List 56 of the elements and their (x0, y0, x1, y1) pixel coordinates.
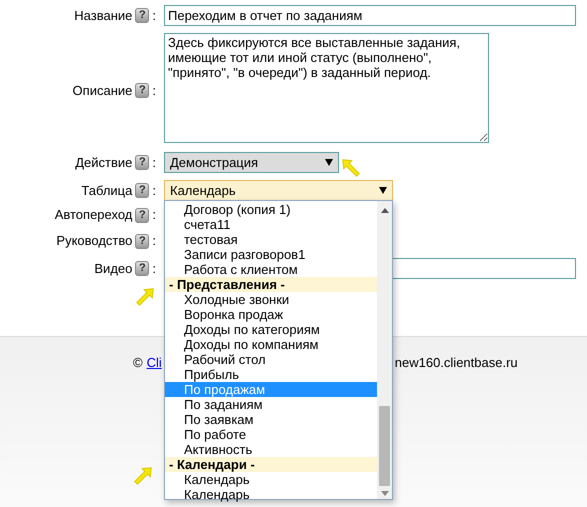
dropdown-option[interactable]: тестовая (165, 232, 377, 247)
help-icon[interactable]: ? (135, 83, 150, 98)
dropdown-option[interactable]: Работа с клиентом (165, 262, 377, 277)
domain-text: new160.clientbase.ru (394, 354, 518, 372)
colon: : (152, 232, 156, 250)
dropdown-option[interactable]: Прибыль (165, 367, 377, 382)
dropdown-option[interactable]: По заявкам (165, 412, 377, 427)
colon: : (152, 6, 156, 25)
arrow-icon (132, 465, 154, 487)
arrow-icon (134, 286, 156, 308)
dropdown-option[interactable]: Записи разговоров1 (165, 247, 377, 262)
dropdown-option[interactable]: Воронка продаж (165, 307, 377, 322)
field-label: Таблица (81, 182, 132, 200)
field-label: Автопереход (54, 206, 132, 224)
option-group-header: - Календари - (165, 457, 377, 472)
field-label: Видео (94, 260, 132, 278)
scrollbar[interactable] (377, 201, 392, 499)
dropdown-option[interactable]: Договор (копия 1) (165, 202, 377, 217)
field-label: Название (74, 6, 132, 25)
dropdown-option[interactable]: Календарь (165, 487, 377, 502)
field-label: Руководство (56, 232, 132, 250)
field-label: Описание (72, 82, 132, 100)
help-icon[interactable]: ? (135, 183, 150, 198)
option-group-header: - Представления - (165, 277, 377, 292)
colon: : (152, 182, 156, 200)
scrollbar-thumb[interactable] (379, 406, 390, 486)
arrow-icon (340, 157, 362, 179)
field-label: Действие (75, 154, 132, 172)
dropdown-option[interactable]: Доходы по категориям (165, 322, 377, 337)
help-icon[interactable]: ? (135, 155, 150, 170)
dropdown-option[interactable]: Доходы по компаниям (165, 337, 377, 352)
colon: : (152, 154, 156, 172)
dropdown-option[interactable]: счета11 (165, 217, 377, 232)
dropdown-option[interactable]: По работе (165, 427, 377, 442)
description-field[interactable]: Здесь фиксируются все выставленные задания, имеющие тот или иной статус (выполнено", "принято", "в очереди") в заданный период. (164, 33, 489, 143)
copyright-text: © (133, 354, 143, 372)
scroll-up-icon[interactable] (380, 208, 388, 213)
scroll-down-icon[interactable] (380, 491, 388, 496)
colon: : (152, 206, 156, 224)
caret-icon (325, 159, 333, 166)
dropdown-option[interactable]: По заданиям (165, 397, 377, 412)
colon: : (152, 82, 156, 100)
select-field[interactable]: Календарь (164, 180, 393, 201)
text-field[interactable]: Переходим в отчет по заданиям (164, 5, 576, 26)
dropdown-option[interactable]: Календарь (165, 472, 377, 487)
help-icon[interactable]: ? (135, 234, 150, 248)
colon: : (152, 260, 156, 278)
dropdown-option[interactable]: Активность (165, 442, 377, 457)
select-field[interactable]: Демонстрация (164, 152, 339, 173)
dropdown-option[interactable]: Холодные звонки (165, 292, 377, 307)
help-icon[interactable]: ? (135, 208, 150, 222)
help-icon[interactable]: ? (135, 261, 150, 276)
footer-link[interactable]: Cli (146, 353, 162, 372)
dropdown-option[interactable]: Рабочий стол (165, 352, 377, 367)
caret-icon (379, 187, 387, 194)
help-icon[interactable]: ? (135, 8, 150, 23)
